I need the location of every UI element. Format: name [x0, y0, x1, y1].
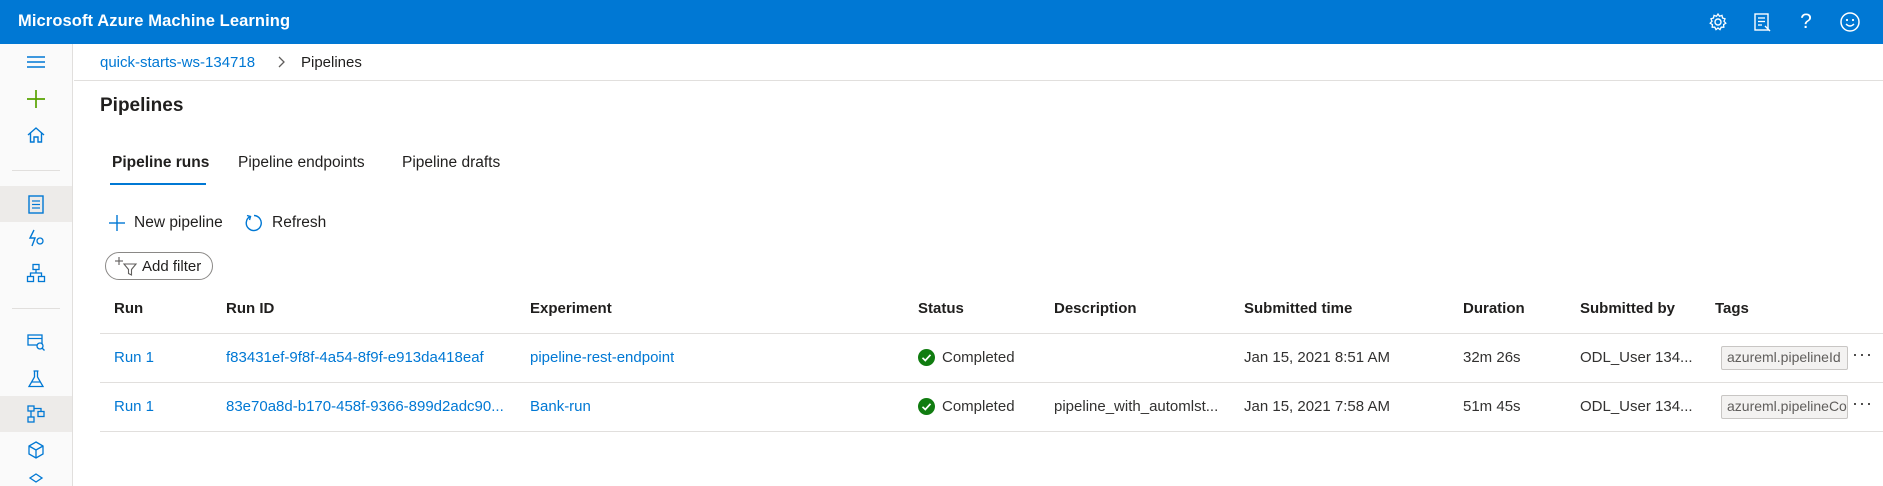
help-icon[interactable]: ?	[1794, 10, 1818, 34]
plus-icon[interactable]	[21, 84, 51, 114]
duration-cell: 32m 26s	[1463, 349, 1521, 366]
experiments-icon[interactable]	[21, 364, 51, 394]
duration-cell: 51m 45s	[1463, 398, 1521, 415]
tab-pipeline-runs[interactable]: Pipeline runs	[112, 154, 209, 172]
submitted-time-cell: Jan 15, 2021 8:51 AM	[1244, 349, 1390, 366]
smiley-icon[interactable]	[1838, 10, 1862, 34]
top-bar: Microsoft Azure Machine Learning ?	[0, 0, 1883, 44]
tag-chip[interactable]: azureml.pipelineComponent	[1721, 395, 1848, 419]
column-header-description[interactable]: Description	[1054, 300, 1137, 317]
experiment-link[interactable]: pipeline-rest-endpoint	[530, 349, 674, 366]
page-title: Pipelines	[100, 95, 184, 116]
tag-chip[interactable]: azureml.pipelineId	[1721, 346, 1848, 370]
table-row[interactable]: Run 1 f83431ef-9f8f-4a54-8f9f-e913da418e…	[100, 333, 1883, 382]
refresh-button[interactable]: Refresh	[244, 211, 326, 235]
description-cell: pipeline_with_automlst...	[1054, 398, 1219, 415]
status-cell: Completed	[918, 398, 1015, 415]
table-bottom-divider	[100, 431, 1883, 432]
gear-icon[interactable]	[1706, 10, 1730, 34]
add-filter-button[interactable]: Add filter	[105, 252, 213, 280]
home-icon[interactable]	[21, 120, 51, 150]
plus-icon	[109, 215, 125, 231]
add-filter-icon	[115, 257, 138, 276]
new-pipeline-button[interactable]: New pipeline	[108, 211, 223, 235]
column-header-tags[interactable]: Tags	[1715, 300, 1749, 317]
run-link[interactable]: Run 1	[114, 349, 154, 366]
status-cell: Completed	[918, 349, 1015, 366]
column-header-experiment[interactable]: Experiment	[530, 300, 612, 317]
column-header-duration[interactable]: Duration	[1463, 300, 1525, 317]
rail-divider	[12, 308, 60, 309]
add-filter-label: Add filter	[142, 258, 202, 275]
new-pipeline-label: New pipeline	[134, 214, 223, 231]
pipelines-icon[interactable]	[0, 396, 72, 432]
breadcrumb-workspace-link[interactable]: quick-starts-ws-134718	[100, 54, 255, 71]
status-text: Completed	[942, 349, 1015, 366]
more-options-icon[interactable]: ···	[1852, 344, 1873, 365]
notebook-icon[interactable]	[0, 186, 72, 222]
check-circle-icon	[918, 398, 935, 415]
refresh-label: Refresh	[272, 214, 327, 231]
column-header-run[interactable]: Run	[114, 300, 143, 317]
more-options-icon[interactable]: ···	[1852, 393, 1873, 414]
run-id-link[interactable]: f83431ef-9f8f-4a54-8f9f-e913da418eaf	[226, 349, 516, 366]
feedback-list-icon[interactable]	[1750, 10, 1774, 34]
column-header-submitted-time[interactable]: Submitted time	[1244, 300, 1352, 317]
table-row[interactable]: Run 1 83e70a8d-b170-458f-9366-899d2adc90…	[100, 382, 1883, 431]
models-icon[interactable]	[21, 435, 51, 465]
tab-pipeline-endpoints[interactable]: Pipeline endpoints	[238, 154, 365, 172]
check-circle-icon	[918, 349, 935, 366]
datasets-icon[interactable]	[21, 327, 51, 357]
hamburger-icon[interactable]	[21, 47, 51, 77]
breadcrumb: quick-starts-ws-134718 Pipelines	[74, 44, 1883, 81]
submitted-by-cell: ODL_User 134...	[1580, 398, 1693, 415]
run-link[interactable]: Run 1	[114, 398, 154, 415]
status-text: Completed	[942, 398, 1015, 415]
tab-pipeline-drafts[interactable]: Pipeline drafts	[402, 154, 500, 172]
column-header-run-id[interactable]: Run ID	[226, 300, 274, 317]
designer-icon[interactable]	[21, 258, 51, 288]
active-tab-indicator	[110, 183, 206, 185]
refresh-icon	[245, 214, 262, 232]
experiment-link[interactable]: Bank-run	[530, 398, 591, 415]
run-id-link[interactable]: 83e70a8d-b170-458f-9366-899d2adc90...	[226, 398, 516, 415]
automl-icon[interactable]	[21, 223, 51, 253]
submitted-time-cell: Jan 15, 2021 7:58 AM	[1244, 398, 1390, 415]
submitted-by-cell: ODL_User 134...	[1580, 349, 1693, 366]
breadcrumb-current: Pipelines	[301, 54, 362, 71]
rail-divider	[12, 170, 60, 171]
app-title[interactable]: Microsoft Azure Machine Learning	[18, 12, 290, 31]
endpoints-icon[interactable]	[21, 470, 51, 486]
column-header-submitted-by[interactable]: Submitted by	[1580, 300, 1675, 317]
chevron-right-icon	[276, 53, 288, 76]
left-nav-rail	[0, 44, 73, 486]
column-header-status[interactable]: Status	[918, 300, 964, 317]
